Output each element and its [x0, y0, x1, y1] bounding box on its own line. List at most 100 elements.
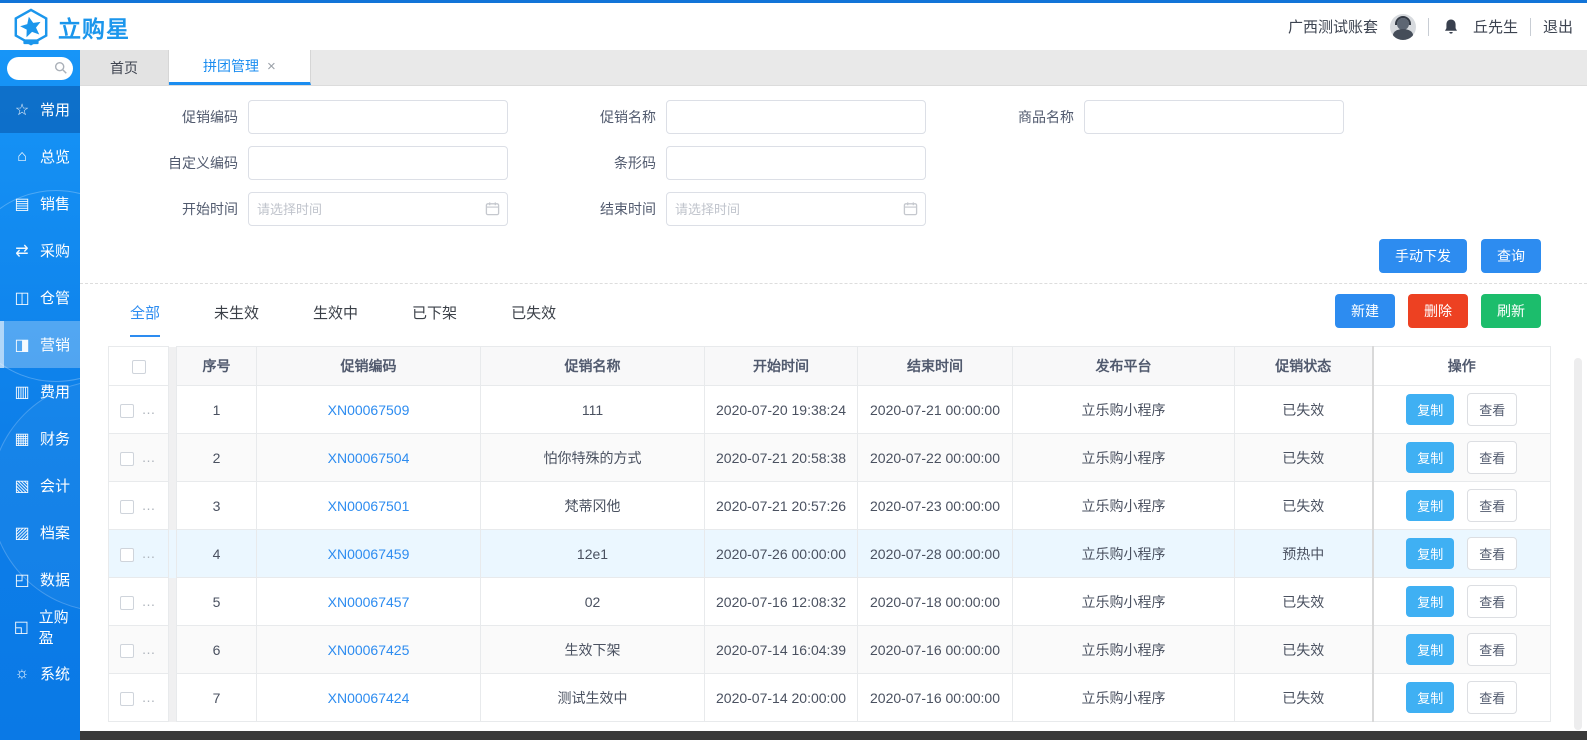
- refresh-button[interactable]: 刷新: [1481, 294, 1541, 328]
- view-button[interactable]: 查看: [1467, 585, 1517, 618]
- promo-code-input[interactable]: [248, 100, 508, 134]
- sidebar-item-feiyong[interactable]: ▥ 费用: [0, 368, 80, 415]
- status-badge: 已失效: [1235, 434, 1373, 482]
- status-badge: 预热中: [1235, 530, 1373, 578]
- sidebar-item-zonglan[interactable]: ⌂ 总览: [0, 133, 80, 180]
- promotions-table: 序号 促销编码 促销名称 开始时间 结束时间 发布平台 促销状态 操作 …: [108, 346, 1550, 722]
- start-time-input[interactable]: [248, 192, 508, 226]
- status-tabs: 全部 未生效 生效中 已下架 已失效: [130, 302, 556, 337]
- account-name: 广西测试账套: [1288, 16, 1378, 37]
- status-badge: 已失效: [1235, 578, 1373, 626]
- user-name[interactable]: 丘先生: [1473, 16, 1518, 37]
- sidebar-item-caiwu[interactable]: ▦ 财务: [0, 415, 80, 462]
- promo-code-link[interactable]: XN00067509: [328, 402, 410, 418]
- promo-code-link[interactable]: XN00067501: [328, 498, 410, 514]
- view-button[interactable]: 查看: [1467, 393, 1517, 426]
- copy-button[interactable]: 复制: [1406, 394, 1454, 425]
- row-checkbox[interactable]: [120, 404, 134, 418]
- select-all-checkbox[interactable]: [132, 360, 146, 374]
- status-tab-effective[interactable]: 生效中: [313, 302, 358, 337]
- row-checkbox[interactable]: [120, 500, 134, 514]
- row-checkbox[interactable]: [120, 452, 134, 466]
- sales-icon: ▤: [13, 194, 31, 214]
- start-time-label: 开始时间: [88, 199, 248, 219]
- view-button[interactable]: 查看: [1467, 489, 1517, 522]
- sidebar: ☆ 常用 ⌂ 总览 ▤ 销售 ⇄ 采购 ◫ 仓管 ◨ 营销: [0, 50, 80, 740]
- view-button[interactable]: 查看: [1467, 537, 1517, 570]
- row-checkbox[interactable]: [120, 596, 134, 610]
- view-button[interactable]: 查看: [1467, 681, 1517, 714]
- table-scrollbar[interactable]: [1574, 358, 1582, 730]
- home-icon: ⌂: [13, 148, 31, 166]
- app-logo[interactable]: 立购星: [12, 8, 130, 46]
- custom-code-input[interactable]: [248, 146, 508, 180]
- delete-button[interactable]: 删除: [1408, 294, 1468, 328]
- promo-code-link[interactable]: XN00067457: [328, 594, 410, 610]
- sidebar-item-xitong[interactable]: ☼ 系统: [0, 650, 80, 697]
- row-checkbox[interactable]: [120, 548, 134, 562]
- view-button[interactable]: 查看: [1467, 441, 1517, 474]
- copy-button[interactable]: 复制: [1406, 490, 1454, 521]
- col-promo-name: 促销名称: [481, 347, 705, 386]
- status-badge: 已失效: [1235, 674, 1373, 722]
- copy-button[interactable]: 复制: [1406, 538, 1454, 569]
- tab-home[interactable]: 首页: [80, 50, 169, 85]
- search-icon: [54, 61, 68, 75]
- table-row: … 2 XN00067504 怕你特殊的方式 2020-07-21 20:58:…: [109, 434, 1551, 482]
- copy-button[interactable]: 复制: [1406, 442, 1454, 473]
- sidebar-item-dangan[interactable]: ▨ 档案: [0, 509, 80, 556]
- star-icon: ☆: [13, 100, 31, 120]
- filter-form: 促销编码 促销名称 商品名称 自定义编码 条形码: [80, 86, 1587, 283]
- sidebar-search-input[interactable]: [7, 57, 73, 80]
- calendar-icon[interactable]: [485, 201, 500, 216]
- sidebar-item-cangguan[interactable]: ◫ 仓管: [0, 274, 80, 321]
- status-tab-expired[interactable]: 已失效: [511, 302, 556, 337]
- col-promo-code: 促销编码: [257, 347, 481, 386]
- end-time-label: 结束时间: [506, 199, 666, 219]
- bell-icon[interactable]: [1441, 17, 1461, 37]
- sidebar-item-ligouying[interactable]: ◱ 立购盈: [0, 603, 80, 650]
- close-tab-icon[interactable]: ×: [267, 58, 276, 75]
- product-name-label: 商品名称: [924, 107, 1084, 127]
- manual-send-button[interactable]: 手动下发: [1379, 239, 1467, 273]
- sidebar-item-yingxiao[interactable]: ◨ 营销: [0, 321, 80, 368]
- tab-bar: 首页 拼团管理 ×: [80, 50, 1587, 86]
- promo-code-link[interactable]: XN00067504: [328, 450, 410, 466]
- sidebar-item-changyong[interactable]: ☆ 常用: [0, 86, 80, 133]
- col-status: 促销状态: [1235, 347, 1373, 386]
- query-button[interactable]: 查询: [1481, 239, 1541, 273]
- status-tab-off-shelf[interactable]: 已下架: [412, 302, 457, 337]
- product-name-input[interactable]: [1084, 100, 1344, 134]
- status-badge: 已失效: [1235, 482, 1373, 530]
- bottom-edge-strip: [80, 731, 1587, 740]
- sidebar-item-xiaoshou[interactable]: ▤ 销售: [0, 180, 80, 227]
- row-checkbox[interactable]: [120, 644, 134, 658]
- barcode-label: 条形码: [506, 153, 666, 173]
- table-row: … 1 XN00067509 111 2020-07-20 19:38:24 2…: [109, 386, 1551, 434]
- copy-button[interactable]: 复制: [1406, 586, 1454, 617]
- new-button[interactable]: 新建: [1335, 294, 1395, 328]
- copy-button[interactable]: 复制: [1406, 634, 1454, 665]
- table-row: … 6 XN00067425 生效下架 2020-07-14 16:04:39 …: [109, 626, 1551, 674]
- support-avatar-icon[interactable]: [1390, 14, 1416, 40]
- col-end-time: 结束时间: [858, 347, 1013, 386]
- status-tab-not-effective[interactable]: 未生效: [214, 302, 259, 337]
- promo-code-link[interactable]: XN00067459: [328, 546, 410, 562]
- promo-code-link[interactable]: XN00067424: [328, 690, 410, 706]
- warehouse-icon: ◫: [13, 288, 31, 308]
- logout-button[interactable]: 退出: [1543, 16, 1573, 37]
- data-icon: ◰: [13, 570, 31, 590]
- copy-button[interactable]: 复制: [1406, 682, 1454, 713]
- barcode-input[interactable]: [666, 146, 926, 180]
- sidebar-item-kuaiji[interactable]: ▧ 会计: [0, 462, 80, 509]
- row-checkbox[interactable]: [120, 692, 134, 706]
- tab-pintuan-guanli[interactable]: 拼团管理 ×: [169, 50, 311, 85]
- calendar-icon[interactable]: [903, 201, 918, 216]
- view-button[interactable]: 查看: [1467, 633, 1517, 666]
- promo-name-input[interactable]: [666, 100, 926, 134]
- sidebar-item-caigou[interactable]: ⇄ 采购: [0, 227, 80, 274]
- sidebar-item-shuju[interactable]: ◰ 数据: [0, 556, 80, 603]
- end-time-input[interactable]: [666, 192, 926, 226]
- status-tab-all[interactable]: 全部: [130, 302, 160, 337]
- promo-code-link[interactable]: XN00067425: [328, 642, 410, 658]
